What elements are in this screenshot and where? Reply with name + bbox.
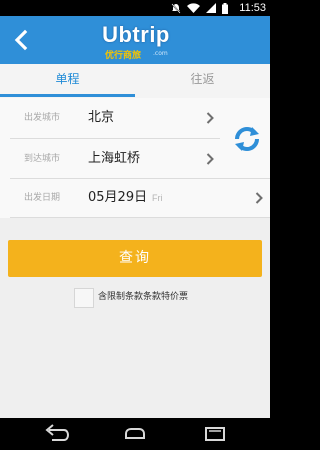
home-icon	[125, 428, 145, 439]
departure-date-label: 出发日期	[24, 193, 61, 203]
logo-text: Ubtrip	[102, 22, 170, 47]
active-tab-indicator	[0, 94, 135, 97]
app-logo: Ubtrip 优行商旅 .com	[95, 22, 177, 61]
swap-arrows-icon	[235, 127, 259, 151]
trip-type-tabs: 单程 往返	[0, 64, 270, 98]
app-header: Ubtrip 优行商旅 .com	[0, 16, 270, 64]
departure-weekday: Fri	[152, 193, 163, 203]
flight-search-screen: 11:53 Ubtrip 优行商旅 .com 单程 往返 出发城市 北京 到达城…	[0, 0, 270, 450]
swap-cities-button[interactable]	[230, 122, 264, 156]
status-icons	[171, 2, 228, 14]
arrival-city-label: 到达城市	[24, 154, 61, 164]
battery-icon	[222, 2, 228, 14]
system-nav-bar	[0, 418, 270, 450]
arrival-city-value: 上海虹桥	[88, 151, 141, 166]
chevron-right-icon	[206, 112, 214, 124]
restricted-fares-label: 含限制条款条款特价票	[98, 292, 189, 302]
tab-round-trip[interactable]: 往返	[135, 64, 270, 98]
chevron-left-icon	[14, 29, 28, 51]
nav-home-button[interactable]	[122, 424, 148, 444]
nav-recents-button[interactable]	[202, 424, 228, 444]
nav-back-button[interactable]	[44, 424, 70, 444]
recents-icon	[205, 427, 225, 441]
row-divider	[10, 217, 270, 218]
departure-date-value: 05月29日	[88, 190, 148, 205]
departure-city-label: 出发城市	[24, 113, 61, 123]
departure-date-row[interactable]: 出发日期 05月29日 Fri	[0, 178, 270, 218]
back-button[interactable]	[8, 26, 36, 54]
logo-subtitle: 优行商旅	[105, 51, 142, 61]
tab-one-way[interactable]: 单程	[0, 64, 135, 98]
departure-city-value: 北京	[88, 110, 115, 125]
status-bar: 11:53	[0, 0, 270, 16]
search-button[interactable]: 查询	[8, 240, 262, 277]
wifi-icon	[187, 3, 200, 13]
status-time: 11:53	[239, 2, 266, 14]
back-icon	[45, 424, 70, 441]
logo-domain: .com	[153, 50, 168, 57]
chevron-right-icon	[255, 192, 263, 204]
notification-off-icon	[171, 3, 181, 14]
search-form: 出发城市 北京 到达城市 上海虹桥 出发日期 05月29日 Fri	[0, 98, 270, 218]
restricted-fares-checkbox[interactable]	[74, 288, 94, 308]
chevron-right-icon	[206, 153, 214, 165]
cell-signal-icon	[206, 3, 216, 13]
